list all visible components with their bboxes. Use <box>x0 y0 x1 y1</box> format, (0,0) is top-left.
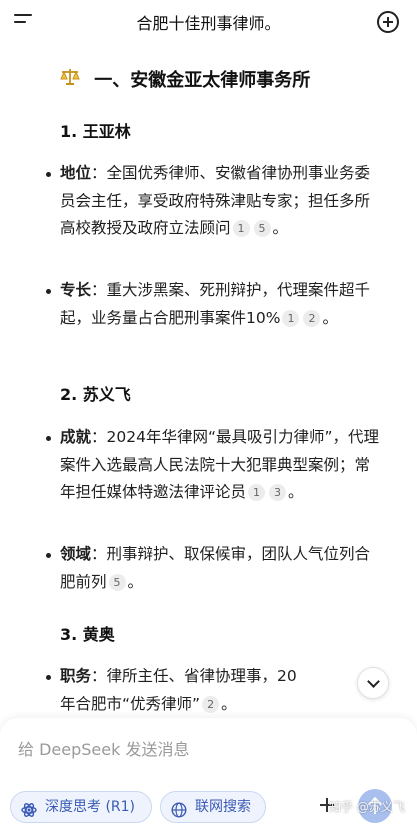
item-label: 领域 <box>60 545 92 563</box>
lawyer-heading: 2. 苏义飞 <box>60 385 131 404</box>
item-tail: 。 <box>288 483 304 501</box>
item-label: 职务 <box>60 667 92 685</box>
citation-badge[interactable]: 3 <box>269 484 287 501</box>
citation-badge[interactable]: 1 <box>282 309 300 327</box>
section-heading: 一、安徽金亚太律师事务所 <box>60 66 310 92</box>
list-item: 专长：重大涉黑案、死刑辩护，代理案件超千起，业务量占合肥刑事案件10% 1 2。 <box>46 277 382 332</box>
item-label: 成就 <box>60 428 92 446</box>
lawyer-heading: 3. 黄奥 <box>60 625 115 644</box>
list-item: 职务：律所主任、省律协理事，20 年合肥市“优秀律师” 2。 <box>46 663 382 718</box>
list-item: 地位：全国优秀律师、安徽省律协刑事业务委员会主任，享受政府特殊津贴专家；担任多所… <box>46 160 382 243</box>
message-input[interactable] <box>18 736 398 762</box>
item-text: ：刑事辩护、取保候审，团队人气位列合肥前列 <box>60 545 371 591</box>
new-chat-plus-icon[interactable] <box>377 11 399 33</box>
item-label: 地位 <box>60 164 92 182</box>
deep-think-toggle[interactable]: 深度思考 (R1) <box>10 791 152 823</box>
chat-message: 一、安徽金亚太律师事务所 1. 王亚林 地位：全国优秀律师、安徽省律协刑事业务委… <box>0 44 417 720</box>
item-text: ：律所主任、省律协理事，20 <box>91 667 297 685</box>
citation-badge[interactable]: 5 <box>253 220 271 237</box>
atom-icon <box>21 799 37 817</box>
item-tail: 。 <box>322 308 338 327</box>
conversation-title: 合肥十佳刑事律师。 <box>136 14 281 33</box>
citation-badge[interactable]: 1 <box>232 220 250 237</box>
lawyer-heading: 1. 王亚林 <box>60 122 131 141</box>
web-search-toggle[interactable]: 联网搜索 <box>160 791 266 823</box>
citation-badge[interactable]: 5 <box>108 573 126 591</box>
item-tail: 。 <box>127 572 144 591</box>
item-text: 年合肥市“优秀律师” <box>60 694 201 713</box>
item-label: 专长 <box>60 281 92 299</box>
item-tail: 。 <box>221 694 237 713</box>
list-item: 成就：2024年华律网“最具吸引力律师”，代理案件入选最高人民法院十大犯罪典型案… <box>46 424 382 507</box>
top-bar: 合肥十佳刑事律师。 <box>0 0 417 44</box>
item-tail: 。 <box>272 219 289 237</box>
web-search-label: 联网搜索 <box>195 799 251 815</box>
scroll-to-bottom-button[interactable] <box>357 667 389 699</box>
item-text: ：全国优秀律师、安徽省律协刑事业务委员会主任，享受政府特殊津贴专家；担任多所高校… <box>60 164 371 237</box>
citation-badge[interactable]: 2 <box>202 695 220 713</box>
deep-think-label: 深度思考 (R1) <box>45 799 136 815</box>
scales-icon <box>60 68 80 91</box>
watermark: 知乎 @苏义飞 <box>329 800 405 814</box>
chevron-down-icon <box>367 675 380 688</box>
globe-icon <box>171 799 187 818</box>
section-title: 一、安徽金亚太律师事务所 <box>94 70 311 91</box>
citation-badge[interactable]: 2 <box>303 309 321 327</box>
citation-badge[interactable]: 1 <box>248 484 266 501</box>
list-item: 领域：刑事辩护、取保候审，团队人气位列合肥前列 5。 <box>46 541 382 596</box>
item-text: ：2024年华律网“最具吸引力律师”，代理案件入选最高人民法院十大犯罪典型案例；… <box>60 428 380 501</box>
